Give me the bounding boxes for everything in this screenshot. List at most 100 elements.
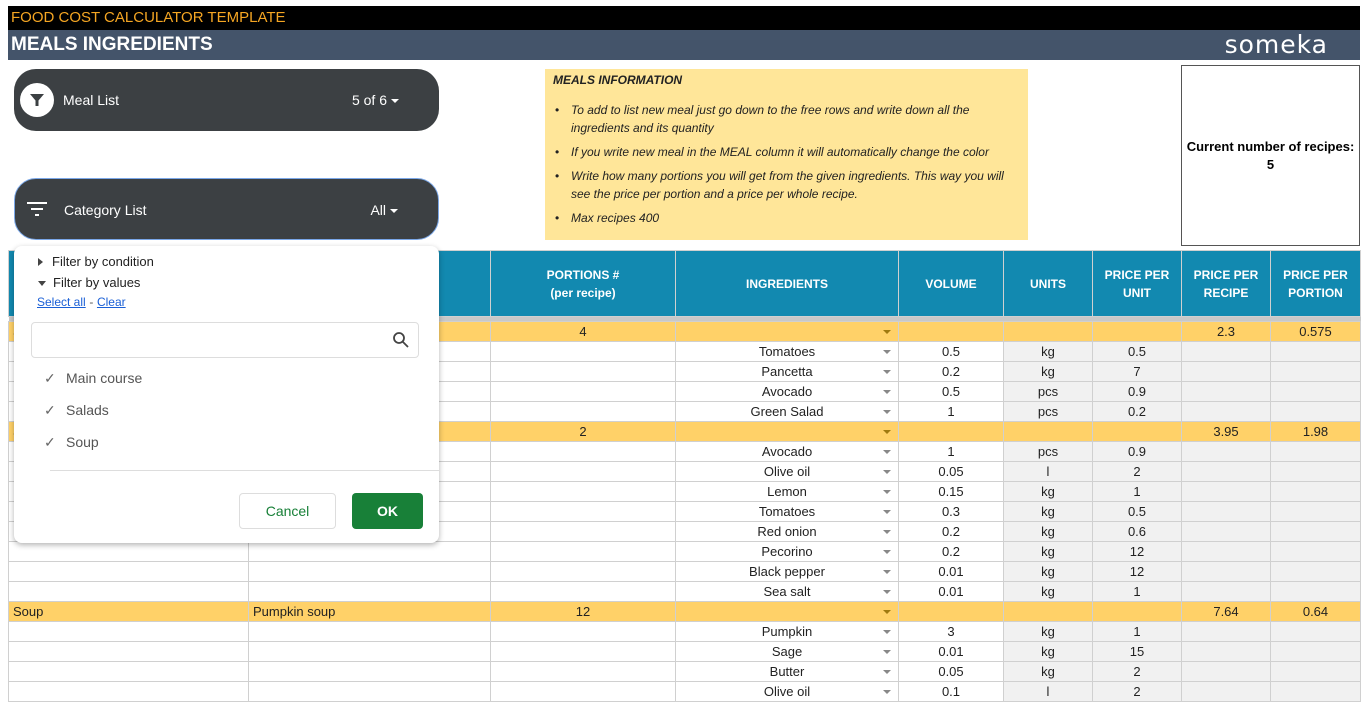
cell-price-recipe[interactable] (1181, 481, 1271, 502)
cell-price-recipe[interactable] (1181, 501, 1271, 522)
cell-price-unit[interactable]: 12 (1092, 561, 1182, 582)
cell-price-portion[interactable] (1270, 361, 1361, 382)
cell-volume[interactable] (898, 421, 1004, 442)
cell-price-recipe[interactable] (1181, 361, 1271, 382)
cell-ingredient[interactable]: Tomatoes (675, 501, 899, 522)
cell-ingredient[interactable]: Red onion (675, 521, 899, 542)
cell-category[interactable] (8, 581, 249, 602)
cell-volume[interactable]: 0.3 (898, 501, 1004, 522)
cell-portions[interactable] (490, 361, 676, 382)
cell-volume[interactable]: 0.5 (898, 341, 1004, 362)
cell-volume[interactable]: 0.2 (898, 361, 1004, 382)
category-list-value[interactable]: All (370, 179, 398, 241)
cell-units[interactable]: pcs (1003, 381, 1093, 402)
cell-ingredient[interactable]: Black pepper (675, 561, 899, 582)
cell-portions[interactable] (490, 401, 676, 422)
cell-category[interactable]: Soup (8, 601, 249, 622)
dropdown-arrow-icon[interactable] (883, 350, 891, 354)
cell-price-recipe[interactable] (1181, 401, 1271, 422)
cell-units[interactable]: kg (1003, 581, 1093, 602)
cell-ingredient[interactable]: Olive oil (675, 461, 899, 482)
cell-price-recipe[interactable] (1181, 341, 1271, 362)
cell-units[interactable]: kg (1003, 341, 1093, 362)
cell-price-unit[interactable]: 0.6 (1092, 521, 1182, 542)
cell-volume[interactable]: 0.15 (898, 481, 1004, 502)
cell-category[interactable] (8, 641, 249, 662)
cell-price-portion[interactable] (1270, 401, 1361, 422)
cell-meal[interactable] (248, 621, 491, 642)
cell-ingredient[interactable]: Pecorino (675, 541, 899, 562)
cell-price-portion[interactable] (1270, 521, 1361, 542)
filter-option-soup[interactable]: ✓ Soup (44, 434, 99, 451)
cell-ingredient[interactable]: Green Salad (675, 401, 899, 422)
cell-volume[interactable]: 1 (898, 401, 1004, 422)
cell-price-portion[interactable] (1270, 341, 1361, 362)
cell-portions[interactable] (490, 461, 676, 482)
cell-units[interactable]: kg (1003, 541, 1093, 562)
cell-units[interactable]: kg (1003, 641, 1093, 662)
cell-price-unit[interactable]: 12 (1092, 541, 1182, 562)
cell-units[interactable]: kg (1003, 481, 1093, 502)
cell-units[interactable]: l (1003, 681, 1093, 702)
cell-meal[interactable] (248, 681, 491, 702)
cell-portions[interactable]: 12 (490, 601, 676, 622)
cell-price-recipe[interactable] (1181, 641, 1271, 662)
dropdown-arrow-icon[interactable] (883, 370, 891, 374)
cell-ingredient[interactable]: Pancetta (675, 361, 899, 382)
cell-volume[interactable] (898, 321, 1004, 342)
cell-price-portion[interactable] (1270, 541, 1361, 562)
cell-volume[interactable]: 0.01 (898, 581, 1004, 602)
cell-price-unit[interactable]: 0.5 (1092, 341, 1182, 362)
cancel-button[interactable]: Cancel (239, 493, 336, 529)
meal-list-value[interactable]: 5 of 6 (352, 69, 399, 131)
cell-price-portion[interactable] (1270, 441, 1361, 462)
cell-volume[interactable]: 1 (898, 441, 1004, 462)
cell-ingredient[interactable]: Avocado (675, 381, 899, 402)
cell-price-unit[interactable]: 2 (1092, 461, 1182, 482)
cell-portions[interactable] (490, 641, 676, 662)
cell-price-portion[interactable]: 1.98 (1270, 421, 1361, 442)
cell-units[interactable] (1003, 601, 1093, 622)
cell-volume[interactable]: 0.1 (898, 681, 1004, 702)
cell-units[interactable]: l (1003, 461, 1093, 482)
cell-volume[interactable]: 0.2 (898, 541, 1004, 562)
dropdown-arrow-icon[interactable] (883, 430, 891, 434)
cell-price-recipe[interactable] (1181, 381, 1271, 402)
cell-price-recipe[interactable] (1181, 541, 1271, 562)
dropdown-arrow-icon[interactable] (883, 690, 891, 694)
cell-units[interactable]: kg (1003, 621, 1093, 642)
dropdown-arrow-icon[interactable] (883, 470, 891, 474)
cell-price-unit[interactable] (1092, 601, 1182, 622)
cell-ingredient[interactable] (675, 321, 899, 342)
cell-price-recipe[interactable] (1181, 561, 1271, 582)
cell-category[interactable] (8, 621, 249, 642)
cell-price-recipe[interactable] (1181, 681, 1271, 702)
dropdown-arrow-icon[interactable] (883, 570, 891, 574)
dropdown-arrow-icon[interactable] (883, 410, 891, 414)
cell-price-recipe[interactable]: 3.95 (1181, 421, 1271, 442)
cell-units[interactable] (1003, 321, 1093, 342)
cell-price-recipe[interactable] (1181, 661, 1271, 682)
cell-price-recipe[interactable]: 2.3 (1181, 321, 1271, 342)
cell-price-portion[interactable] (1270, 501, 1361, 522)
dropdown-arrow-icon[interactable] (883, 670, 891, 674)
cell-portions[interactable] (490, 521, 676, 542)
cell-price-unit[interactable]: 0.2 (1092, 401, 1182, 422)
cell-price-portion[interactable] (1270, 641, 1361, 662)
cell-ingredient[interactable]: Avocado (675, 441, 899, 462)
dropdown-arrow-icon[interactable] (883, 610, 891, 614)
cell-meal[interactable] (248, 581, 491, 602)
cell-ingredient[interactable]: Pumpkin (675, 621, 899, 642)
cell-portions[interactable] (490, 381, 676, 402)
cell-price-recipe[interactable]: 7.64 (1181, 601, 1271, 622)
cell-price-unit[interactable]: 0.9 (1092, 381, 1182, 402)
cell-price-portion[interactable] (1270, 581, 1361, 602)
cell-price-portion[interactable] (1270, 561, 1361, 582)
cell-price-unit[interactable]: 0.9 (1092, 441, 1182, 462)
cell-portions[interactable]: 4 (490, 321, 676, 342)
cell-category[interactable] (8, 681, 249, 702)
cell-units[interactable]: pcs (1003, 441, 1093, 462)
cell-ingredient[interactable]: Olive oil (675, 681, 899, 702)
cell-portions[interactable] (490, 481, 676, 502)
cell-portions[interactable] (490, 621, 676, 642)
